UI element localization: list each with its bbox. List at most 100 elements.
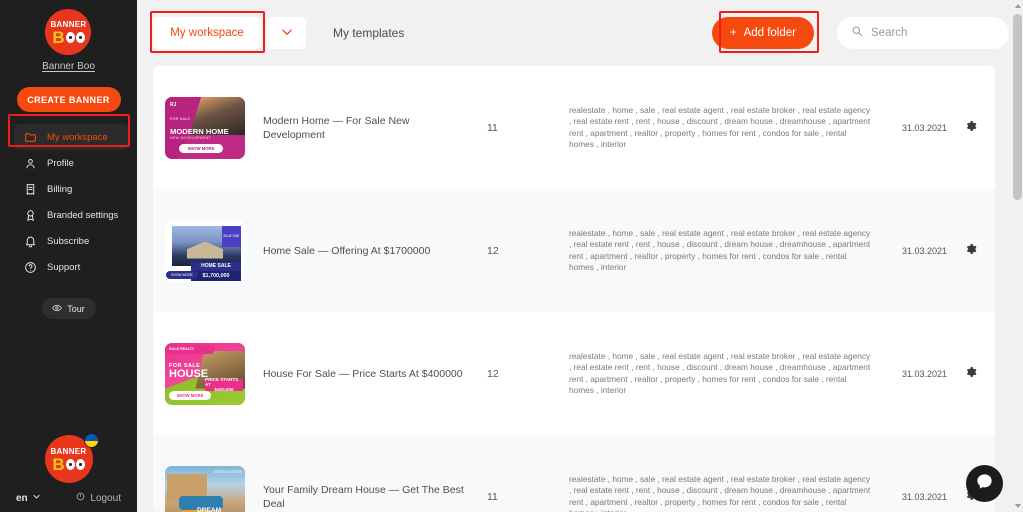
template-tags: realestate , home , sale , real estate a…	[569, 350, 871, 396]
scrollbar-thumb[interactable]	[1013, 14, 1022, 200]
chevron-down-icon	[32, 492, 41, 504]
row-settings-button[interactable]	[947, 365, 995, 383]
table-row[interactable]: ZENITH ESTATES YOUR FAMILY DREAM HOUSE Y…	[153, 435, 995, 512]
thumb-logo: ZENITH ESTATES	[213, 469, 242, 474]
brand-logo-wrap: BANNER B Banner Boo	[42, 9, 95, 72]
topbar: My workspace My templates + Add folder	[137, 0, 1023, 66]
template-thumbnail[interactable]: RJ FOR SALE MODERN HOME NEW DEVELOPMENT …	[165, 96, 245, 159]
search-box[interactable]	[837, 17, 1009, 49]
table-row[interactable]: BOLD REALTY FOR SALE HOUSE PRICE STARTS …	[153, 312, 995, 435]
workspace-selector-button[interactable]: My workspace	[153, 17, 261, 49]
chat-widget-button[interactable]	[966, 465, 1003, 502]
search-icon	[851, 24, 863, 42]
template-thumbnail[interactable]: ZENITH ESTATES YOUR FAMILY DREAM HOUSE	[165, 465, 245, 512]
gear-icon	[965, 365, 977, 383]
language-label: en	[16, 492, 28, 504]
thumb-badge: BLUE ONE	[222, 225, 241, 247]
thumb-price: $1,700,000	[191, 270, 241, 281]
template-title[interactable]: House For Sale — Price Starts At $400000	[263, 367, 469, 381]
table-row[interactable]: RJ FOR SALE MODERN HOME NEW DEVELOPMENT …	[153, 66, 995, 189]
template-date: 31.03.2021	[901, 245, 947, 256]
thumb-band-right: DREAM HOUSE	[197, 506, 222, 512]
template-title[interactable]: Your Family Dream House — Get The Best D…	[263, 483, 469, 511]
sidebar-item-profile[interactable]: Profile	[14, 150, 129, 176]
sidebar-item-label: Subscribe	[47, 235, 90, 247]
receipt-icon	[24, 183, 37, 196]
sidebar-item-label: Support	[47, 261, 81, 273]
logout-label: Logout	[90, 492, 121, 504]
tab-my-templates[interactable]: My templates	[333, 26, 404, 40]
add-folder-label: Add folder	[743, 27, 796, 39]
template-count: 12	[487, 367, 499, 380]
logout-button[interactable]: Logout	[76, 492, 121, 504]
tour-button[interactable]: Tour	[41, 298, 96, 319]
sidebar-item-label: Billing	[47, 183, 73, 195]
row-settings-button[interactable]	[947, 119, 995, 137]
language-selector[interactable]: en	[16, 492, 41, 504]
sidebar-footer: BANNER B en Logout	[0, 433, 137, 512]
logo-wordmark-top: BANNER	[50, 19, 87, 29]
footer-logo-wordmark-bottom: B	[52, 454, 85, 474]
add-folder-button[interactable]: + Add folder	[711, 17, 814, 49]
sidebar-item-billing[interactable]: Billing	[14, 176, 129, 202]
thumb-cta: SHOW MORE	[179, 143, 223, 153]
brand-name-link[interactable]: Banner Boo	[42, 61, 95, 72]
bell-icon	[24, 235, 37, 248]
thumb-cta: SHOW MORE	[169, 390, 211, 400]
eye-icon	[52, 303, 63, 315]
banner-boo-logo-icon: BANNER B	[45, 9, 92, 55]
sidebar-item-branded-settings[interactable]: Branded settings	[14, 202, 129, 228]
search-input[interactable]	[871, 27, 995, 39]
power-icon	[76, 492, 85, 504]
logo-letter-b: B	[52, 27, 65, 47]
thumb-bar: HOME SALE	[191, 261, 241, 271]
sidebar-item-subscribe[interactable]: Subscribe	[14, 228, 129, 254]
thumb-logo: RJ	[170, 101, 177, 108]
thumb-cta: SHOW MORE	[166, 270, 198, 279]
question-circle-icon	[24, 261, 37, 274]
footer-logo-letter-b: B	[52, 454, 65, 474]
thumb-ribbon: BOLD REALTY	[165, 344, 215, 354]
gear-icon	[965, 119, 977, 137]
templates-table: RJ FOR SALE MODERN HOME NEW DEVELOPMENT …	[153, 66, 995, 512]
logo-wordmark-bottom: B	[52, 27, 85, 47]
gear-icon	[965, 242, 977, 260]
ukraine-flag-icon	[83, 433, 99, 448]
template-tags: realestate , home , sale , real estate a…	[569, 227, 871, 273]
template-count: 12	[487, 244, 499, 257]
template-tags: realestate , home , sale , real estate a…	[569, 104, 871, 150]
sidebar-nav: My workspace Profile Billing Branded set…	[0, 124, 137, 280]
table-row[interactable]: BLUE ONE HOME SALE $1,700,000 SHOW MORE …	[153, 189, 995, 312]
main-content: My workspace My templates + Add folder S…	[137, 0, 1023, 512]
badge-icon	[24, 209, 37, 222]
template-thumbnail[interactable]: BLUE ONE HOME SALE $1,700,000 SHOW MORE	[165, 219, 245, 282]
template-count: 11	[487, 490, 498, 503]
template-date: 31.03.2021	[901, 368, 947, 379]
template-date: 31.03.2021	[901, 491, 947, 502]
sidebar-item-my-workspace[interactable]: My workspace	[14, 124, 129, 150]
thumb-price-label: PRICE STARTS AT	[205, 377, 239, 387]
user-icon	[24, 157, 37, 170]
logo-eyes-icon	[65, 31, 85, 43]
footer-logo-wordmark-top: BANNER	[50, 446, 87, 456]
sidebar-item-support[interactable]: Support	[14, 254, 129, 280]
template-title[interactable]: Home Sale — Offering At $1700000	[263, 244, 469, 258]
vertical-scrollbar[interactable]	[1012, 0, 1023, 512]
sidebar-item-label: Branded settings	[47, 209, 119, 221]
template-title[interactable]: Modern Home — For Sale New Development	[263, 114, 469, 142]
template-thumbnail[interactable]: BOLD REALTY FOR SALE HOUSE PRICE STARTS …	[165, 342, 245, 405]
sidebar-footer-row: en Logout	[0, 492, 137, 504]
thumb-kicker: FOR SALE	[170, 116, 191, 121]
tour-button-label: Tour	[67, 303, 85, 314]
chevron-down-icon	[280, 25, 294, 42]
row-settings-button[interactable]	[947, 242, 995, 260]
template-count: 11	[487, 121, 498, 134]
thumb-headline: HOUSE	[169, 367, 209, 380]
thumb-price-value: $400,000	[214, 387, 234, 392]
workspace-dropdown-button[interactable]	[267, 17, 306, 49]
create-banner-button[interactable]: CREATE BANNER	[16, 87, 121, 112]
chat-bubble-icon	[975, 472, 994, 496]
scroll-up-arrow-icon[interactable]	[1015, 4, 1021, 8]
scroll-down-arrow-icon[interactable]	[1015, 504, 1021, 508]
thumb-price: PRICE STARTS AT $400,000	[205, 377, 243, 392]
